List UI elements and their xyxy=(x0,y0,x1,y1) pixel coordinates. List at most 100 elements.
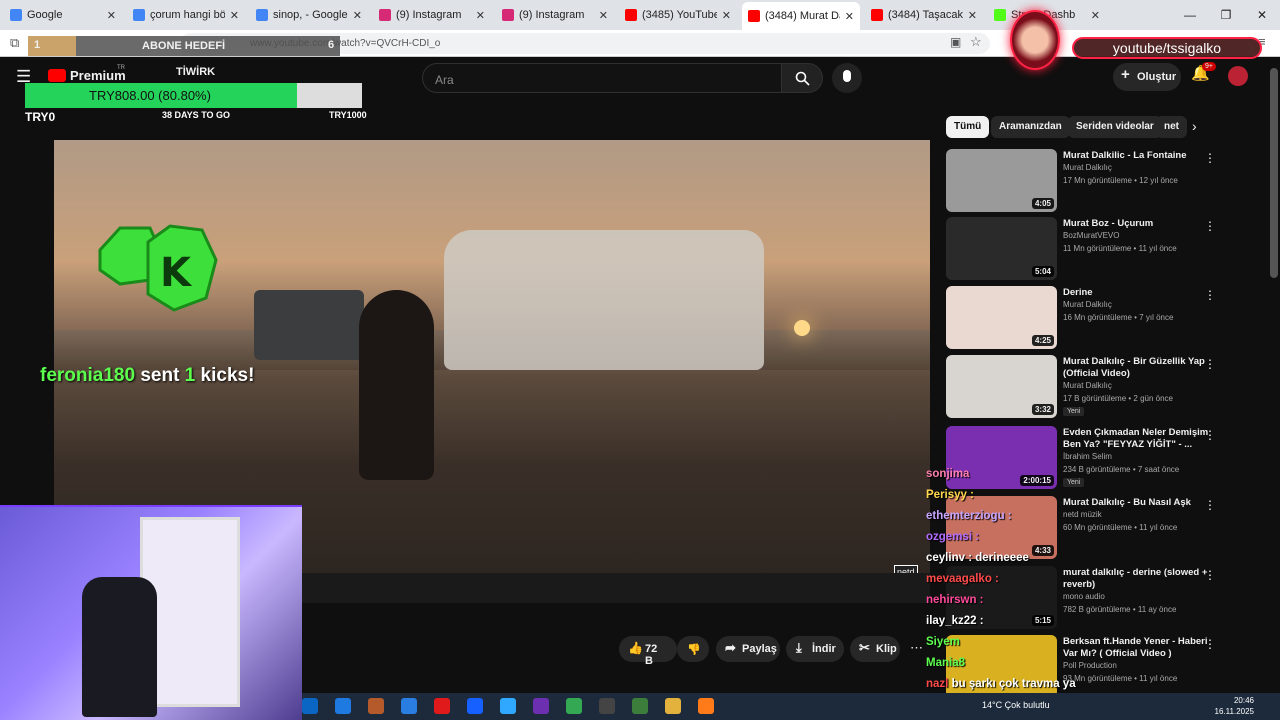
avatar[interactable] xyxy=(1228,66,1248,86)
tab-close-icon[interactable]: ✕ xyxy=(968,9,977,22)
more-options-icon[interactable]: ⋮ xyxy=(1204,428,1216,442)
more-options-icon[interactable]: ⋮ xyxy=(1204,568,1216,582)
chat-username: ceylinv : xyxy=(926,552,973,564)
taskbar-app-icon[interactable] xyxy=(500,698,516,714)
video-thumbnail[interactable]: 4:05 xyxy=(946,149,1057,212)
recommended-video[interactable]: 3:32 Murat Dalkılıç - Bir Güzellik Yap (O… xyxy=(946,355,1266,419)
more-options-icon[interactable]: ⋮ xyxy=(1204,288,1216,302)
minimize-icon[interactable]: — xyxy=(1172,0,1208,30)
taskbar-app-icon[interactable] xyxy=(467,698,483,714)
video-duration: 5:04 xyxy=(1031,266,1054,277)
bookmark-star-icon[interactable]: ☆ xyxy=(970,34,982,50)
taskbar-app-icon[interactable] xyxy=(698,698,714,714)
tab-close-icon[interactable]: ✕ xyxy=(230,9,239,22)
taskbar-app-icon[interactable] xyxy=(335,698,351,714)
more-options-icon[interactable]: ⋮ xyxy=(1204,637,1216,651)
taskbar-app-icon[interactable] xyxy=(632,698,648,714)
tab-close-icon[interactable]: ✕ xyxy=(107,9,116,22)
filter-chip[interactable]: Seriden videolar xyxy=(1068,116,1162,138)
download-button[interactable]: ⤓ İndir xyxy=(786,636,844,662)
chat-message: mevaagalko : xyxy=(926,573,999,585)
screenshot-icon[interactable]: ▣ xyxy=(950,35,961,49)
tab-favicon-icon xyxy=(502,9,514,21)
clip-button[interactable]: ✂ Klip xyxy=(850,636,900,662)
taskbar-app-icon[interactable] xyxy=(401,698,417,714)
recommended-video[interactable]: 5:04 Murat Boz - Uçurum BozMuratVEVO 11 Mn … xyxy=(946,217,1266,281)
recommended-video[interactable]: 4:05 Murat Dalkilic - La Fontaine Murat Da… xyxy=(946,149,1266,213)
chevron-right-icon[interactable]: › xyxy=(1192,118,1197,134)
dislike-button[interactable]: 👎 xyxy=(677,636,709,662)
clip-label: Klip xyxy=(876,643,897,655)
browser-tab[interactable]: sinop, - Google'da Ara ✕ xyxy=(250,3,368,27)
video-title[interactable]: Evden Çıkmadan Neler Demişim Ben Ya? "FE… xyxy=(1063,427,1213,451)
recommended-video[interactable]: 4:25 Derine Murat Dalkılıç 16 Mn görüntülem… xyxy=(946,286,1266,350)
video-channel[interactable]: Murat Dalkılıç xyxy=(1063,163,1112,172)
video-channel[interactable]: BozMuratVEVO xyxy=(1063,231,1119,240)
tab-close-icon[interactable]: ✕ xyxy=(599,9,608,22)
tab-title: (3485) YouTube xyxy=(642,9,717,21)
sidebar-toggle-icon[interactable]: ⧉ xyxy=(10,35,19,51)
video-thumbnail[interactable]: 5:04 xyxy=(946,217,1057,280)
create-label: Oluştur xyxy=(1137,71,1177,83)
filter-chip[interactable]: Tümü xyxy=(946,116,990,138)
browser-tab[interactable]: çorum hangi bölgede - ✕ xyxy=(127,3,245,27)
stream-chat: sonjima Perisyy : ethemterziogu : ozgemsi :… xyxy=(924,468,1094,698)
maximize-icon[interactable]: ❐ xyxy=(1208,0,1244,30)
search-input[interactable]: Ara xyxy=(422,63,782,93)
video-channel[interactable]: Murat Dalkılıç xyxy=(1063,381,1112,390)
video-title[interactable]: Murat Boz - Uçurum xyxy=(1063,218,1213,230)
like-button[interactable]: 👍 72 B xyxy=(619,636,677,667)
taskbar-app-icon[interactable] xyxy=(368,698,384,714)
browser-tab[interactable]: Google ✕ xyxy=(4,3,122,27)
search-button[interactable] xyxy=(781,63,823,93)
taskbar-app-icon[interactable] xyxy=(302,698,318,714)
search-icon xyxy=(795,71,810,86)
chat-username: nazl xyxy=(926,678,949,690)
share-button[interactable]: ➦ Paylaş xyxy=(716,636,780,662)
chat-username: Siyem xyxy=(926,636,960,648)
filter-chip[interactable]: net xyxy=(1156,116,1187,138)
more-options-icon[interactable]: ⋮ xyxy=(1204,151,1216,165)
chat-text: bu şarkı çok travma ya xyxy=(951,678,1076,690)
tab-close-icon[interactable]: ✕ xyxy=(476,9,485,22)
chat-username: ozgemsi : xyxy=(926,531,980,543)
video-channel[interactable]: İbrahim Selim xyxy=(1063,452,1112,461)
video-title[interactable]: Murat Dalkılıç - Bir Güzellik Yap (Offic… xyxy=(1063,356,1213,380)
more-options-icon[interactable]: ⋮ xyxy=(1204,219,1216,233)
more-actions-icon[interactable]: ⋯ xyxy=(910,640,923,656)
taskbar-app-icon[interactable] xyxy=(599,698,615,714)
youtube-logo-icon[interactable] xyxy=(48,69,66,82)
browser-tab[interactable]: (9) Instagram ✕ xyxy=(496,3,614,27)
streamer-handle: youtube/tssigalko xyxy=(1072,37,1262,59)
create-button[interactable]: + Oluştur xyxy=(1113,63,1181,91)
browser-tab[interactable]: (3484) Murat Dalkılı ✕ xyxy=(742,2,860,30)
taskbar-app-icon[interactable] xyxy=(533,698,549,714)
taskbar-app-icon[interactable] xyxy=(434,698,450,714)
video-thumbnail[interactable]: 3:32 xyxy=(946,355,1057,418)
more-options-icon[interactable]: ⋮ xyxy=(1204,357,1216,371)
tab-close-icon[interactable]: ✕ xyxy=(1091,9,1100,22)
taskbar-app-icon[interactable] xyxy=(566,698,582,714)
tab-close-icon[interactable]: ✕ xyxy=(353,9,362,22)
window-controls: — ❐ ✕ xyxy=(1172,0,1280,30)
tab-close-icon[interactable]: ✕ xyxy=(722,9,731,22)
filter-chip[interactable]: Aramanızdan xyxy=(991,116,1070,138)
kick-goal-min: TRY0 xyxy=(25,110,56,124)
page-scrollbar[interactable] xyxy=(1270,68,1278,278)
chat-message: Siyem xyxy=(926,636,960,648)
video-channel[interactable]: Murat Dalkılıç xyxy=(1063,300,1112,309)
more-options-icon[interactable]: ⋮ xyxy=(1204,498,1216,512)
video-title[interactable]: Derine xyxy=(1063,287,1213,299)
tab-close-icon[interactable]: ✕ xyxy=(845,10,854,23)
browser-tab[interactable]: (9) Instagram ✕ xyxy=(373,3,491,27)
chat-message: Perisyy : xyxy=(926,489,974,501)
video-thumbnail[interactable]: 4:25 xyxy=(946,286,1057,349)
taskbar-app-icon[interactable] xyxy=(665,698,681,714)
voice-search-button[interactable] xyxy=(832,63,862,93)
browser-tab[interactable]: (3484) Taşacak Bu Deniz ✕ xyxy=(865,3,983,27)
close-window-icon[interactable]: ✕ xyxy=(1244,0,1280,30)
weather-widget[interactable]: 14°C Çok bulutlu xyxy=(982,700,1050,710)
system-clock[interactable]: 20:46 16.11.2025 xyxy=(1215,695,1254,717)
video-title[interactable]: Murat Dalkilic - La Fontaine xyxy=(1063,150,1213,162)
browser-tab[interactable]: (3485) YouTube ✕ xyxy=(619,3,737,27)
